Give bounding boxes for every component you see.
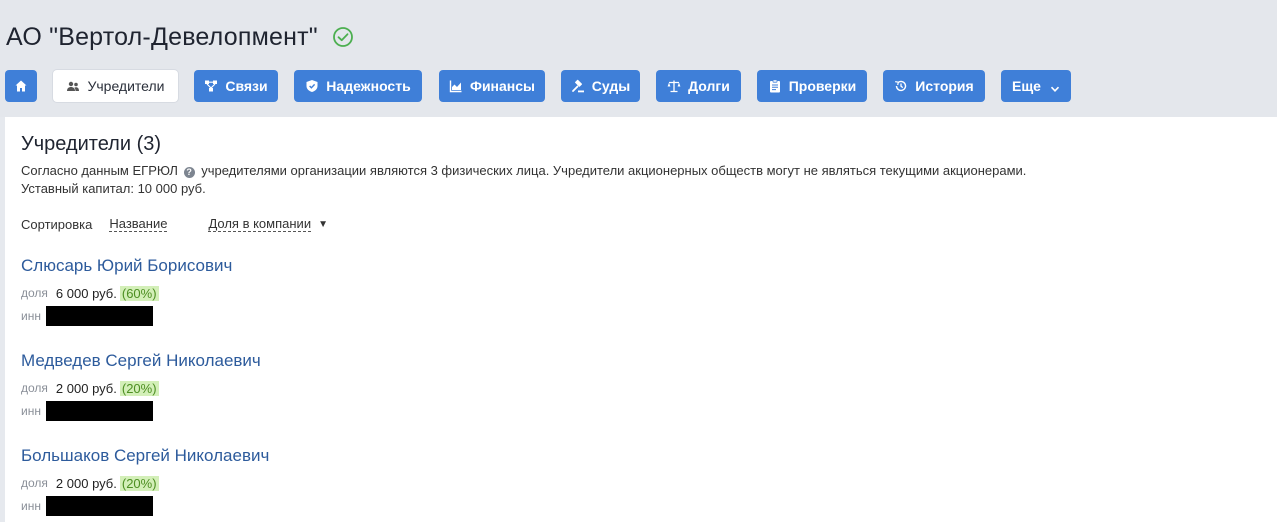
founder-name[interactable]: Большаков Сергей Николаевич bbox=[21, 445, 269, 467]
share-percent: (20%) bbox=[119, 380, 159, 396]
share-value: 2 000 руб. bbox=[55, 475, 117, 491]
authorized-capital: Уставный капитал: 10 000 руб. bbox=[21, 181, 206, 196]
tab-label: Суды bbox=[591, 78, 631, 94]
tab-finance[interactable]: Финансы bbox=[439, 70, 545, 102]
company-title: АО "Вертол-Девелопмент" bbox=[6, 22, 318, 51]
tab-label: Финансы bbox=[470, 78, 535, 94]
tab-label: Долги bbox=[688, 78, 730, 94]
shield-icon bbox=[305, 79, 319, 93]
description-start: Согласно данным ЕГРЮЛ bbox=[21, 163, 178, 178]
inn-redacted bbox=[45, 496, 153, 516]
tab-label: Надежность bbox=[326, 78, 411, 94]
inn-redacted bbox=[45, 401, 153, 421]
users-icon bbox=[66, 79, 80, 93]
inn-redacted bbox=[45, 306, 153, 326]
section-title: Учредители (3) bbox=[21, 133, 162, 155]
share-label: доля bbox=[21, 381, 48, 395]
share-label: доля bbox=[21, 286, 48, 300]
network-icon bbox=[204, 79, 218, 93]
scales-icon bbox=[667, 79, 681, 93]
help-icon[interactable]: ? bbox=[183, 167, 195, 178]
verified-check-icon bbox=[332, 26, 354, 48]
share-line: доля 2 000 руб. (20%) bbox=[21, 379, 159, 397]
history-icon bbox=[894, 79, 908, 93]
home-icon bbox=[14, 79, 28, 93]
chevron-down-icon bbox=[1050, 81, 1060, 92]
share-value: 6 000 руб. bbox=[55, 285, 117, 301]
founders-panel: Учредители (3) Согласно данным ЕГРЮЛ ? у… bbox=[5, 117, 1277, 522]
inn-label: инн bbox=[21, 404, 41, 418]
founder-item: Большаков Сергей Николаевич доля 2 000 р… bbox=[21, 445, 269, 516]
section-description: Согласно данным ЕГРЮЛ ? учредителями орг… bbox=[21, 162, 1026, 198]
share-percent: (20%) bbox=[119, 475, 159, 491]
tab-label: Еще bbox=[1012, 78, 1041, 94]
tab-reliability[interactable]: Надежность bbox=[294, 70, 422, 102]
share-percent: (60%) bbox=[119, 285, 159, 301]
description-end: учредителями организации являются 3 физи… bbox=[201, 163, 1027, 178]
inn-line: инн bbox=[21, 401, 153, 421]
share-label: доля bbox=[21, 476, 48, 490]
company-header: АО "Вертол-Девелопмент" Учредители Связи bbox=[0, 0, 1277, 117]
gavel-icon bbox=[571, 79, 585, 93]
founder-item: Медведев Сергей Николаевич доля 2 000 ру… bbox=[21, 350, 261, 421]
share-line: доля 2 000 руб. (20%) bbox=[21, 474, 159, 492]
chart-icon bbox=[449, 79, 463, 93]
tab-label: История bbox=[915, 78, 974, 94]
sort-by-name[interactable]: Название bbox=[109, 216, 168, 232]
inn-label: инн bbox=[21, 499, 41, 513]
tab-founders[interactable]: Учредители bbox=[53, 70, 178, 102]
share-line: доля 6 000 руб. (60%) bbox=[21, 284, 159, 302]
sort-label: Сортировка bbox=[21, 216, 93, 232]
tab-label: Проверки bbox=[788, 78, 857, 94]
sort-caret-icon[interactable]: ▼ bbox=[318, 219, 328, 230]
tab-courts[interactable]: Суды bbox=[561, 70, 640, 102]
title-row: АО "Вертол-Девелопмент" bbox=[6, 20, 354, 54]
tab-label: Учредители bbox=[87, 78, 165, 94]
tab-connections[interactable]: Связи bbox=[194, 70, 278, 102]
description-line: Согласно данным ЕГРЮЛ ? учредителями орг… bbox=[21, 162, 1026, 180]
inn-line: инн bbox=[21, 496, 153, 516]
tab-debts[interactable]: Долги bbox=[656, 70, 741, 102]
founder-item: Слюсарь Юрий Борисович доля 6 000 руб. (… bbox=[21, 255, 232, 326]
founder-name[interactable]: Медведев Сергей Николаевич bbox=[21, 350, 261, 372]
sort-row: Сортировка Название Доля в компании ▼ bbox=[21, 216, 328, 232]
tab-label: Связи bbox=[225, 78, 268, 94]
founder-name[interactable]: Слюсарь Юрий Борисович bbox=[21, 255, 232, 277]
tab-inspections[interactable]: Проверки bbox=[757, 70, 867, 102]
tab-history[interactable]: История bbox=[883, 70, 985, 102]
sort-by-share[interactable]: Доля в компании bbox=[208, 216, 312, 232]
inn-line: инн bbox=[21, 306, 153, 326]
tab-home[interactable] bbox=[5, 70, 37, 102]
inn-label: инн bbox=[21, 309, 41, 323]
tab-more[interactable]: Еще bbox=[1001, 70, 1071, 102]
share-value: 2 000 руб. bbox=[55, 380, 117, 396]
clipboard-icon bbox=[768, 79, 782, 93]
